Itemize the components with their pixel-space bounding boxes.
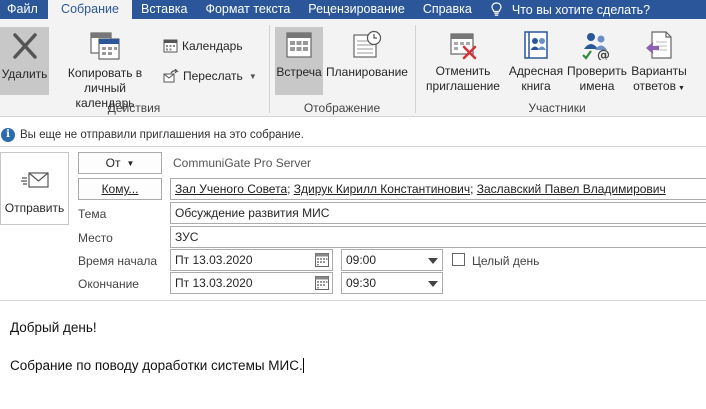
info-bar: i Вы еще не отправили приглашения на это… [0,124,706,146]
response-options-icon [646,31,672,59]
response-label-line2: ответов ▼ [629,79,689,96]
start-date-value: Пт 13.03.2020 [175,253,253,267]
tab-help[interactable]: Справка [414,0,481,19]
to-field[interactable]: Зал Ученого Совета; Здирук Кирилл Конста… [170,178,706,200]
delete-x-icon [12,33,37,59]
body-line-with-cursor: Собрание по поводу доработки системы МИС… [10,358,304,373]
calendar-button[interactable]: Календарь [163,39,243,53]
all-day-label: Целый день [472,254,540,268]
tab-format-text[interactable]: Формат текста [196,0,299,19]
address-book-label-line1: Адресная [508,64,564,78]
text-cursor [302,358,304,373]
group-label-display: Отображение [303,101,381,115]
send-button[interactable]: Отправить [0,152,69,225]
check-names-icon: @ [582,33,610,60]
from-dropdown-icon: ▼ [126,158,135,168]
tell-me-text: Что вы хотите сделать? [511,2,651,17]
cancel-label-line1: Отменить [435,64,491,78]
body-line: Добрый день! [10,320,97,335]
copy-calendar-icon [90,32,120,60]
calendar-icon[interactable] [315,253,329,267]
start-time-value: 09:00 [346,253,377,267]
end-date-value: Пт 13.03.2020 [175,276,253,290]
info-icon: i [1,128,15,142]
from-value: CommuniGate Pro Server [173,156,312,170]
response-label-line1: Варианты [631,64,687,78]
recipient[interactable]: Зал Ученого Совета [175,182,287,196]
delete-label: Удалить [1,67,48,81]
cancel-label-line2: приглашение [426,79,500,93]
tell-me-search[interactable]: Что вы хотите сделать? [481,0,659,19]
end-time-select[interactable]: 09:30 [341,272,443,294]
tab-review[interactable]: Рецензирование [299,0,414,19]
tab-file[interactable]: Файл [0,0,48,19]
chevron-down-icon [428,281,438,287]
address-book-icon [524,31,548,59]
meeting-icon [286,32,312,58]
end-time-label: Окончание [78,277,139,291]
recipient-separator: ; [287,182,294,196]
from-button[interactable]: От ▼ [78,152,162,174]
recipient[interactable]: Здирук Кирилл Константинович [294,182,470,196]
start-time-select[interactable]: 09:00 [341,249,443,271]
info-message: Вы еще не отправили приглашения на это с… [20,129,304,141]
address-book-label-line2: книга [521,79,551,93]
cancel-invitation-button[interactable]: Отменить приглашение [424,27,502,95]
calendar-icon [163,39,178,53]
response-label-line2-text: ответов [633,79,676,93]
scheduling-label: Планирование [326,65,408,79]
message-body[interactable]: Добрый день! Собрание по поводу доработк… [0,301,706,409]
forward-icon [163,69,179,83]
forward-button[interactable]: Переслать ▼ [163,69,257,83]
response-options-button[interactable]: Варианты ответов ▼ [629,27,689,95]
body-line: Собрание по поводу доработки системы МИС… [10,358,303,373]
calendar-label: Календарь [182,39,243,53]
meeting-view-button[interactable]: Встреча [275,27,323,95]
scheduling-icon [353,30,382,58]
check-names-button[interactable]: @ Проверить имена [566,27,628,95]
all-day-checkbox[interactable] [452,253,465,266]
check-names-label-line1: Проверить [566,64,627,78]
ribbon-separator [269,25,270,113]
forward-label: Переслать [183,69,243,83]
start-date-picker[interactable]: Пт 13.03.2020 [170,249,333,271]
check-names-label-line2: имена [579,79,615,93]
cancel-invitation-icon [450,33,477,60]
start-time-label: Время начала [78,254,158,268]
scheduling-button[interactable]: Планирование [325,27,409,95]
location-input[interactable]: ЗУС [170,226,706,248]
group-label-actions: Действия [107,101,161,115]
ribbon-separator [415,25,416,113]
tab-meeting[interactable]: Собрание [48,0,132,19]
from-label: От [105,156,121,170]
recipient-separator: ; [470,182,477,196]
end-time-value: 09:30 [346,276,377,290]
recipient[interactable]: Заславский Павел Владимирович [477,182,666,196]
ribbon-tab-bar: Файл Собрание Вставка Формат текста Реце… [0,0,706,19]
lightbulb-icon [491,2,502,16]
group-label-attendees: Участники [528,101,586,115]
end-date-picker[interactable]: Пт 13.03.2020 [170,272,333,294]
ribbon: Удалить Копировать в личный календарь Ка… [0,19,706,117]
send-label: Отправить [4,201,65,215]
send-envelope-icon [21,172,49,188]
address-book-button[interactable]: Адресная книга [507,27,565,95]
delete-button[interactable]: Удалить [0,27,49,95]
chevron-down-icon [428,258,438,264]
calendar-icon[interactable] [315,276,329,290]
copy-label-line1: Копировать в [67,66,143,80]
to-label: Кому... [101,182,139,196]
forward-dropdown-icon[interactable]: ▼ [249,72,257,81]
location-label: Место [78,231,113,245]
tab-insert[interactable]: Вставка [132,0,196,19]
to-button[interactable]: Кому... [78,178,162,200]
response-dropdown-icon: ▼ [677,85,685,92]
svg-text:@: @ [597,48,610,60]
header-divider [0,146,706,147]
subject-label: Тема [78,207,107,221]
subject-input[interactable]: Обсуждение развития МИС [170,202,706,224]
meeting-label: Встреча [276,65,322,79]
copy-to-calendar-button[interactable]: Копировать в личный календарь [54,27,156,110]
